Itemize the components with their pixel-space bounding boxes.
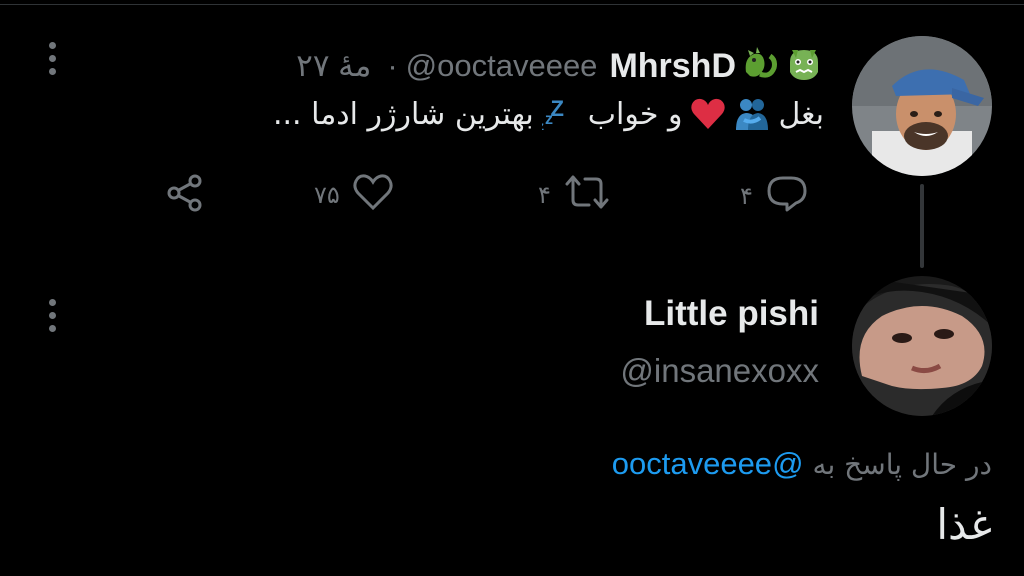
reply-author-handle[interactable]: @insanexoxx xyxy=(620,352,819,390)
svg-text:z: z xyxy=(542,119,544,132)
dragon-face-emoji xyxy=(784,44,824,88)
tweet-text-part2: و خواب xyxy=(587,96,683,132)
svg-text:Z: Z xyxy=(550,96,563,121)
author-handle[interactable]: @ooctaveeee xyxy=(406,48,598,84)
retweet-icon xyxy=(563,172,611,218)
share-button[interactable] xyxy=(164,172,206,220)
tweet-actions: ۷۵ ۴ ۴ xyxy=(160,170,824,216)
replying-to-label: در حال پاسخ به xyxy=(812,448,992,481)
reply-author-name[interactable]: Little pishi xyxy=(644,294,819,334)
like-count: ۷۵ xyxy=(314,181,340,209)
avatar[interactable] xyxy=(852,276,992,416)
top-divider xyxy=(0,4,1024,5)
author-name[interactable]: MhrshD xyxy=(609,47,736,86)
replying-to-mention[interactable]: @ooctaveeee xyxy=(612,446,804,481)
heart-icon xyxy=(352,172,394,218)
separator-dot: · xyxy=(387,48,398,83)
like-button[interactable]: ۷۵ xyxy=(314,172,394,218)
thread-line xyxy=(920,184,924,268)
replying-to-line: در حال پاسخ به @ooctaveeee xyxy=(612,446,992,482)
share-icon xyxy=(164,172,206,220)
more-options-icon[interactable] xyxy=(48,42,56,75)
hugging-people-emoji xyxy=(734,96,770,132)
retweet-count: ۴ xyxy=(538,181,551,209)
tweet-text: بغل و خواب z z Z بهترین شارژر ادما ... xyxy=(273,96,824,132)
retweet-button[interactable]: ۴ xyxy=(538,172,611,218)
more-options-icon[interactable] xyxy=(48,299,56,332)
reply-count: ۴ xyxy=(740,182,753,210)
tweet-header: ۲۷ مهٔ · @ooctaveeee MhrshD xyxy=(296,40,824,92)
dragon-emoji xyxy=(740,44,780,88)
reply-icon xyxy=(765,172,809,220)
red-heart-emoji xyxy=(690,97,726,131)
avatar[interactable] xyxy=(852,36,992,176)
zzz-emoji: z z Z xyxy=(542,96,580,132)
tweet-time[interactable]: ۲۷ مهٔ xyxy=(296,48,371,84)
reply-text: غذا xyxy=(936,500,992,549)
tweet-text-part1: بغل xyxy=(778,96,824,132)
reply-button[interactable]: ۴ xyxy=(740,172,809,220)
tweet-text-part3: بهترین شارژر ادما ... xyxy=(272,96,534,132)
